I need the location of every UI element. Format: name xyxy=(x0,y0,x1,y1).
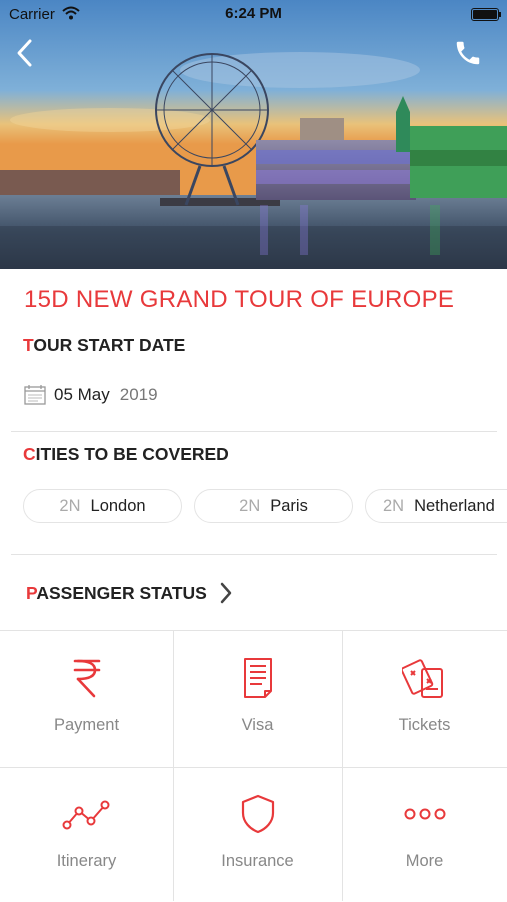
payment-label: Payment xyxy=(53,716,120,734)
city-chip-paris[interactable]: 2N Paris xyxy=(194,489,353,523)
more-tile[interactable]: More xyxy=(342,767,507,902)
london-eye-photo xyxy=(0,0,507,269)
city-nights: 2N xyxy=(383,496,405,515)
city-nights: 2N xyxy=(239,496,261,515)
visa-tile[interactable]: Visa xyxy=(173,631,342,766)
city-chip-london[interactable]: 2N London xyxy=(23,489,182,523)
call-button[interactable] xyxy=(453,38,483,68)
passenger-status-link[interactable]: PASSENGER STATUS xyxy=(26,578,233,608)
start-date-day: 05 May xyxy=(54,385,110,404)
start-date-row: 05 May 2019 xyxy=(24,383,158,407)
document-icon xyxy=(243,658,272,698)
back-button[interactable] xyxy=(12,36,42,70)
status-bar: Carrier 6:24 PM xyxy=(0,0,507,30)
divider xyxy=(11,554,497,555)
tour-title: 15D NEW GRAND TOUR OF EUROPE xyxy=(24,286,455,313)
start-date-year: 2019 xyxy=(119,385,158,404)
divider xyxy=(11,431,497,432)
calendar-icon xyxy=(24,385,46,405)
insurance-label: Insurance xyxy=(221,852,294,870)
more-label: More xyxy=(405,852,444,870)
more-icon xyxy=(404,808,445,820)
heading-initial: P xyxy=(26,582,37,603)
hero-image: Carrier 6:24 PM xyxy=(0,0,507,269)
tickets-tile[interactable]: Tickets xyxy=(342,631,507,766)
itinerary-tile[interactable]: Itinerary xyxy=(0,767,173,902)
visa-label: Visa xyxy=(241,716,274,734)
chevron-right-icon xyxy=(220,582,232,604)
city-name: London xyxy=(90,496,146,515)
phone-icon xyxy=(456,41,480,65)
tickets-label: Tickets xyxy=(398,716,451,734)
shield-icon xyxy=(241,794,274,834)
tickets-icon xyxy=(401,659,443,698)
heading-rest: ITIES TO BE COVERED xyxy=(35,444,229,464)
rupee-icon xyxy=(73,659,100,698)
status-time: 6:24 PM xyxy=(225,5,282,22)
city-name: Netherland xyxy=(414,496,495,515)
heading-rest: ASSENGER STATUS xyxy=(36,582,207,603)
itinerary-label: Itinerary xyxy=(56,852,117,870)
heading-initial: C xyxy=(23,444,36,464)
cities-heading: CITIES TO BE COVERED xyxy=(23,444,229,465)
insurance-tile[interactable]: Insurance xyxy=(173,767,342,902)
heading-initial: T xyxy=(23,335,34,355)
city-chip-netherland[interactable]: 2N Netherland xyxy=(365,489,507,523)
city-nights: 2N xyxy=(59,496,81,515)
city-chips[interactable]: 2N London 2N Paris 2N Netherland xyxy=(23,489,507,525)
payment-tile[interactable]: Payment xyxy=(0,631,173,766)
tour-start-date-heading: TOUR START DATE xyxy=(23,335,185,356)
heading-rest: OUR START DATE xyxy=(33,335,186,355)
city-name: Paris xyxy=(270,496,308,515)
battery-icon xyxy=(471,8,501,21)
route-icon xyxy=(62,800,109,830)
passenger-status-heading: PASSENGER STATUS xyxy=(26,583,207,604)
back-arrow-icon xyxy=(17,39,32,67)
action-grid: Payment Visa Tickets Itinerary Insurance… xyxy=(0,630,507,901)
